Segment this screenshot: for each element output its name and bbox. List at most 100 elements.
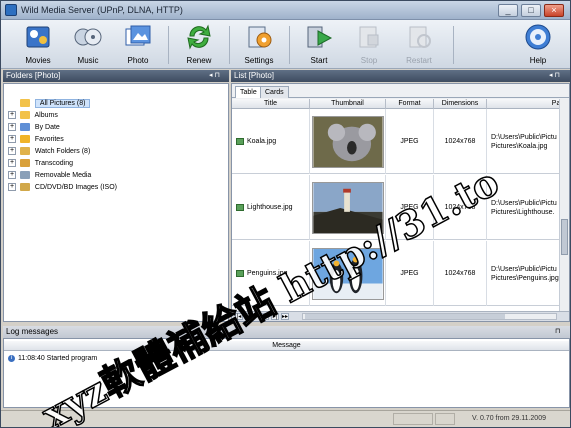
folder-icon — [19, 111, 30, 120]
scrollbar-thumb[interactable] — [305, 314, 505, 319]
tree-item-label: CD/DVD/BD Images (ISO) — [34, 184, 117, 191]
log-column-header[interactable]: Message — [4, 341, 569, 351]
list-pane-title: List [Photo] — [234, 71, 275, 80]
table-row[interactable]: Koala.jpg JPEG 1024x768 D:\Users\Public\… — [232, 109, 569, 174]
column-header-format[interactable]: Format — [386, 99, 434, 109]
music-icon — [74, 28, 102, 46]
window-title: Wild Media Server (UPnP, DLNA, HTTP) — [21, 5, 183, 15]
toolbar-separator — [453, 26, 454, 64]
log-pane-header: Log messages ⊓ — [3, 326, 570, 338]
calendar-icon — [19, 123, 30, 132]
settings-icon — [248, 26, 272, 48]
table-row[interactable]: Lighthouse.jpg JPEG 1024x768 D:\Users\Pu… — [232, 175, 569, 240]
cell-path: D:\Users\Public\Pictu Pictures\Koala.jpg — [487, 109, 569, 174]
renew-icon — [187, 24, 211, 50]
cell-format: JPEG — [386, 241, 434, 306]
tree-item-disc-images[interactable]: + CD/DVD/BD Images (ISO) — [8, 182, 117, 193]
minimize-button[interactable]: _ — [498, 4, 518, 17]
view-tabs: Table Cards — [232, 84, 569, 98]
settings-label: Settings — [244, 56, 274, 65]
movies-label: Movies — [25, 56, 51, 65]
photo-icon — [125, 25, 151, 46]
first-record-button[interactable]: |◂ — [235, 313, 243, 320]
column-header-thumbnail[interactable]: Thumbnail — [310, 99, 386, 109]
tree-item-label: Transcoding — [34, 160, 74, 167]
tree-expander[interactable]: + — [8, 135, 16, 144]
list-pane: Table Cards Title Thumbnail Format Dimen… — [231, 83, 570, 322]
tree-expander[interactable]: + — [8, 171, 16, 180]
tree-expander[interactable]: + — [8, 147, 16, 156]
path-line: Pictures\Lighthouse. — [491, 208, 555, 216]
next-page-button[interactable]: ▸▸ — [281, 313, 289, 320]
start-button[interactable]: Start — [292, 22, 346, 68]
tree-expander[interactable]: + — [8, 159, 16, 168]
version-text: V. 0.70 from 29.11.2009 — [472, 415, 546, 422]
log-line-text: 11:08:40 Started program — [18, 355, 98, 362]
table-row[interactable]: Penguins.jpg JPEG 1024x768 D:\Users\Publ… — [232, 241, 569, 306]
start-label: Start — [310, 56, 328, 65]
watch-folder-icon — [19, 147, 30, 156]
tree-item-albums[interactable]: + Albums — [8, 110, 58, 121]
music-label: Music — [77, 56, 99, 65]
lighthouse-thumbnail — [311, 181, 384, 234]
close-button[interactable]: × — [544, 4, 564, 17]
path-line: D:\Users\Public\Pictu — [491, 199, 557, 207]
tree-item-label: All Pictures (8) — [34, 99, 91, 108]
help-button[interactable]: Help — [511, 22, 565, 68]
toolbar-separator — [168, 26, 169, 64]
vertical-scrollbar[interactable] — [559, 99, 569, 311]
list-pane-pin-icon[interactable]: ◂ ⊓ — [549, 70, 560, 82]
folders-pane-pin-icon[interactable]: ◂ ⊓ — [209, 70, 220, 82]
tree-item-removable-media[interactable]: + Removable Media — [8, 170, 91, 181]
cell-thumbnail — [310, 241, 386, 306]
photo-button[interactable]: Photo — [111, 22, 165, 68]
renew-button[interactable]: Renew — [172, 22, 226, 68]
log-pane-pin-icon[interactable]: ⊓ — [555, 326, 560, 338]
restart-button[interactable]: Restart — [392, 22, 446, 68]
column-header-title[interactable]: Title — [232, 99, 310, 109]
scrollbar-thumb[interactable] — [561, 219, 568, 255]
status-segment — [393, 413, 433, 425]
tree-item-label: Albums — [34, 112, 58, 119]
tab-table[interactable]: Table — [235, 86, 262, 98]
title-bar[interactable]: Wild Media Server (UPnP, DLNA, HTTP) _ □… — [1, 1, 570, 20]
music-button[interactable]: Music — [61, 22, 115, 68]
next-record-button[interactable]: ▸ — [261, 313, 269, 320]
previous-record-button[interactable]: ◂ — [245, 313, 253, 320]
restart-icon — [409, 26, 431, 48]
main-toolbar: Movies Music Photo Renew Settings Start … — [1, 20, 570, 69]
toolbar-separator — [229, 26, 230, 64]
penguins-thumbnail — [311, 247, 384, 300]
tree-item-all-pictures[interactable]: All Pictures (8) — [8, 98, 91, 109]
tree-expander[interactable]: + — [8, 123, 16, 132]
horizontal-scrollbar[interactable] — [302, 313, 557, 320]
tree-item-favorites[interactable]: + Favorites — [8, 134, 64, 145]
tree-item-label: Watch Folders (8) — [34, 148, 91, 155]
cell-thumbnail — [310, 109, 386, 174]
photo-label: Photo — [127, 56, 149, 65]
cell-path: D:\Users\Public\Pictu Pictures\Penguins.j… — [487, 241, 569, 306]
log-line: i 11:08:40 Started program — [8, 354, 97, 363]
tree-item-transcoding[interactable]: + Transcoding — [8, 158, 73, 169]
settings-button[interactable]: Settings — [232, 22, 286, 68]
stop-button[interactable]: Stop — [342, 22, 396, 68]
last-record-button[interactable]: ▸| — [271, 313, 279, 320]
app-icon — [5, 4, 17, 16]
stop-label: Stop — [360, 56, 378, 65]
maximize-button[interactable]: □ — [521, 4, 541, 17]
movies-button[interactable]: Movies — [11, 22, 65, 68]
tree-expander[interactable]: + — [8, 183, 16, 192]
folders-pane-title: Folders [Photo] — [6, 71, 61, 80]
tree-item-by-date[interactable]: + By Date — [8, 122, 60, 133]
folder-tree: All Pictures (8) + Albums + By Date + Fa… — [3, 83, 229, 322]
cell-path: D:\Users\Public\Pictu Pictures\Lighthouse… — [487, 175, 569, 240]
tree-item-label: Favorites — [34, 136, 64, 143]
tree-item-watch-folders[interactable]: + Watch Folders (8) — [8, 146, 90, 157]
movies-icon — [26, 26, 50, 48]
tree-item-label: By Date — [34, 124, 60, 131]
column-header-dimensions[interactable]: Dimensions — [434, 99, 487, 109]
stop-icon — [359, 26, 379, 48]
tab-cards[interactable]: Cards — [260, 86, 289, 98]
column-header-path[interactable]: Path — [487, 99, 569, 109]
tree-expander[interactable]: + — [8, 111, 16, 120]
